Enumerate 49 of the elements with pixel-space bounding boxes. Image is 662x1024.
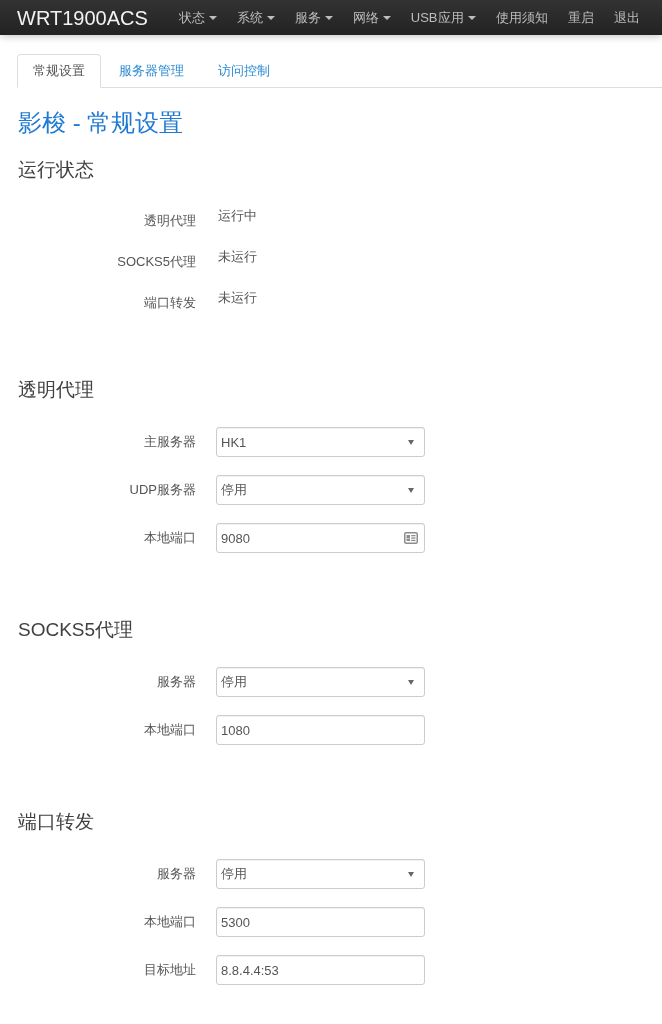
field-label: 主服务器 xyxy=(144,433,196,451)
caret-icon xyxy=(208,15,217,20)
nav-menu-item[interactable]: 服务 xyxy=(284,0,343,35)
field-label: 服务器 xyxy=(157,865,196,883)
caret-icon xyxy=(467,15,476,20)
text-input-field[interactable]: 9080 xyxy=(216,523,425,553)
status-value: 运行中 xyxy=(218,207,257,225)
caret-icon xyxy=(408,487,414,493)
nav-menu-item[interactable]: 退出 xyxy=(603,0,650,35)
section-heading: SOCKS5代理 xyxy=(18,618,134,642)
tab[interactable]: 服务器管理 xyxy=(103,54,200,88)
select-field[interactable]: HK1 xyxy=(216,427,425,457)
nav-menu-item[interactable]: 状态 xyxy=(168,0,227,35)
field-label: 本地端口 xyxy=(144,721,196,739)
status-label: SOCKS5代理 xyxy=(117,253,196,271)
text-input-field[interactable]: 1080 xyxy=(216,715,425,745)
field-label: 本地端口 xyxy=(144,913,196,931)
section-heading: 运行状态 xyxy=(18,158,94,182)
caret-icon xyxy=(408,679,414,685)
section-heading: 端口转发 xyxy=(18,810,94,834)
status-value: 未运行 xyxy=(218,248,257,266)
section-heading: 透明代理 xyxy=(18,378,94,402)
text-input-field[interactable]: 5300 xyxy=(216,907,425,937)
nav-menu-item[interactable]: 重启 xyxy=(557,0,604,35)
status-label: 透明代理 xyxy=(144,212,196,230)
nav-menu-item[interactable]: USB应用 xyxy=(400,0,486,35)
field-label: 目标地址 xyxy=(144,961,196,979)
caret-icon xyxy=(266,15,275,20)
contact-card-icon[interactable] xyxy=(404,532,418,544)
nav-menu-item[interactable]: 使用须知 xyxy=(485,0,558,35)
caret-icon xyxy=(324,15,333,20)
field-label: 本地端口 xyxy=(144,529,196,547)
text-input-field[interactable]: 8.8.4.4:53 xyxy=(216,955,425,985)
status-label: 端口转发 xyxy=(144,294,196,312)
select-field[interactable]: 停用 xyxy=(216,667,425,697)
caret-icon xyxy=(382,15,391,20)
field-label: 服务器 xyxy=(157,673,196,691)
field-label: UDP服务器 xyxy=(129,481,196,499)
tab[interactable]: 访问控制 xyxy=(202,54,286,88)
page-title: 影梭 - 常规设置 xyxy=(18,108,184,138)
select-field[interactable]: 停用 xyxy=(216,859,425,889)
status-value: 未运行 xyxy=(218,289,257,307)
caret-icon xyxy=(408,871,414,877)
brand-link[interactable]: WRT1900ACS xyxy=(17,5,148,30)
nav-menu-item[interactable]: 系统 xyxy=(226,0,285,35)
caret-icon xyxy=(408,439,414,445)
select-field[interactable]: 停用 xyxy=(216,475,425,505)
nav-menu-item[interactable]: 网络 xyxy=(342,0,401,35)
tab[interactable]: 常规设置 xyxy=(17,54,101,88)
